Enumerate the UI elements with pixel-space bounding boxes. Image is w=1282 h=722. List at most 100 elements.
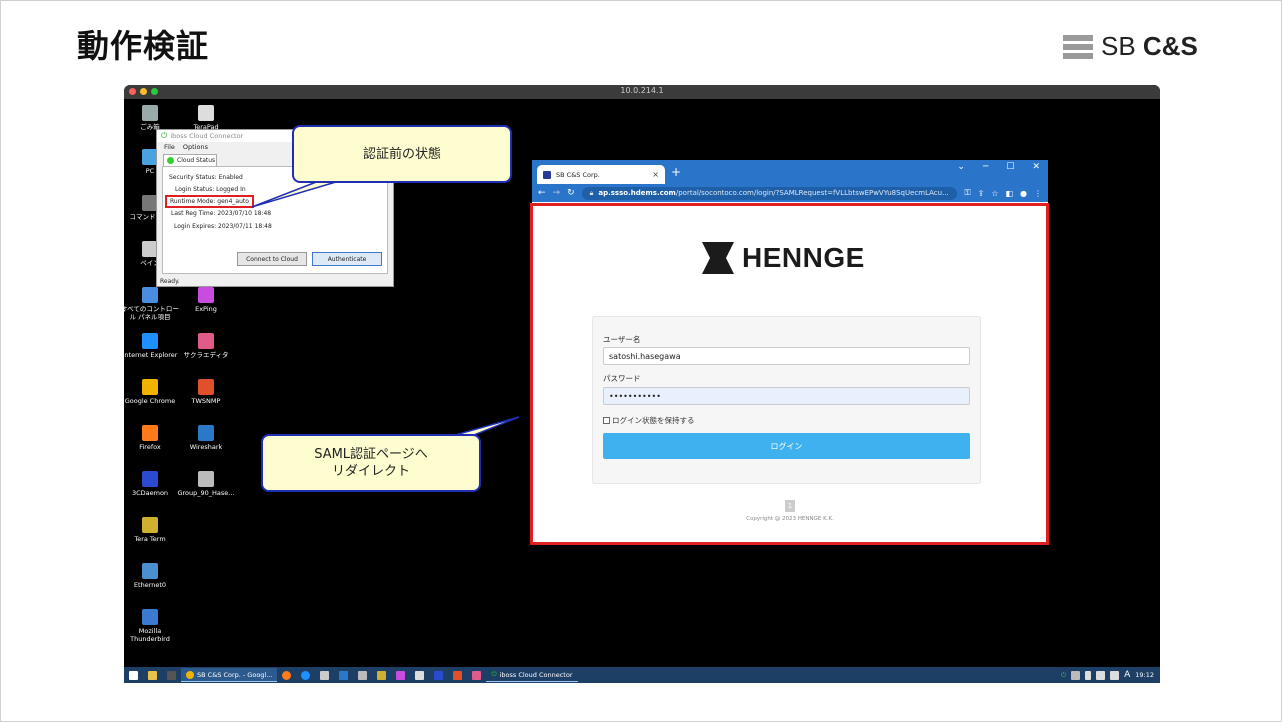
desktop-icon[interactable]: ExPing: [177, 287, 235, 313]
last-reg-time-row: Last Reg Time: 2023/07/10 18:48: [171, 210, 272, 217]
desktop-icon[interactable]: Mozilla Thunderbird: [124, 609, 179, 643]
network-tray-icon[interactable]: [1096, 670, 1106, 680]
slide: 動作検証 SB C&S 10.0.214.1 ごみ箱 TeraPad PC コマンド …: [0, 0, 1282, 722]
menu-file[interactable]: File: [164, 143, 175, 151]
menu-options[interactable]: Options: [183, 143, 208, 151]
taskbar-chrome-label: SB C&S Corp. - Googl...: [197, 670, 273, 679]
tab-search-icon[interactable]: ⌄: [957, 162, 965, 172]
power-icon: ⏻: [161, 131, 168, 140]
logo-text-sb: SB: [1101, 31, 1143, 61]
desktop-icon[interactable]: Group_90_Hase...: [177, 471, 235, 497]
taskbar-clock[interactable]: 19:12: [1135, 671, 1154, 679]
tab-cloud-status-label: Cloud Status: [177, 157, 216, 164]
ping-taskbar-icon[interactable]: [396, 670, 406, 680]
desktop-icon-label: サクラエディタ: [183, 351, 229, 359]
desktop-icon-label: TWSNMP: [191, 397, 221, 405]
highlight-box: [530, 203, 1049, 545]
desktop-icon-label: すべてのコントロール パネル項目: [124, 305, 179, 321]
ie-taskbar-icon[interactable]: [301, 670, 311, 680]
desktop-icon[interactable]: Google Chrome: [124, 379, 179, 405]
desktop-icon[interactable]: Ethernet0: [124, 563, 179, 589]
logo-text-cs: C&S: [1142, 31, 1198, 61]
mac-window-title: 10.0.214.1: [620, 86, 664, 95]
control-panel-icon: [142, 287, 158, 303]
chrome-icon: [186, 670, 194, 679]
sakura-editor-icon: [198, 333, 214, 349]
chrome-tab[interactable]: SB C&S Corp. ×: [537, 165, 665, 184]
tab-cloud-status[interactable]: Cloud Status: [163, 154, 217, 166]
volume-icon[interactable]: [1110, 670, 1120, 680]
desktop-icon[interactable]: 3CDaemon: [124, 471, 179, 497]
ie-icon: [142, 333, 158, 349]
firefox-icon: [142, 425, 158, 441]
firefox-taskbar-icon[interactable]: [282, 670, 292, 680]
bookmark-star-icon[interactable]: ☆: [991, 189, 998, 198]
iboss-tray-icon[interactable]: ⏻: [1061, 671, 1066, 680]
taskbar-iboss-label: iboss Cloud Connector: [499, 670, 573, 679]
3cd-taskbar-icon[interactable]: [434, 670, 444, 680]
tab-close-icon[interactable]: ×: [652, 170, 659, 179]
desktop-icon[interactable]: TeraPad: [177, 105, 235, 131]
window-minimize-button[interactable]: ─: [983, 162, 988, 172]
address-bar[interactable]: 🔒︎ ap.ssso.hdems.com/portal/socontoco.co…: [581, 186, 958, 200]
mac-titlebar: 10.0.214.1: [124, 85, 1160, 99]
url-path: /portal/socontoco.com/login/?SAMLRequest…: [675, 189, 949, 197]
window-close-button[interactable]: ✕: [1032, 162, 1040, 172]
chrome-toolbar: ← → ↻ 🔒︎ ap.ssso.hdems.com/portal/socont…: [532, 184, 1048, 202]
tool-taskbar-icon[interactable]: [358, 670, 368, 680]
windows-desktop: ごみ箱 TeraPad PC コマンド プロ ペイン すべてのコントロール パネル項目 Ex…: [124, 99, 1160, 667]
battery-icon[interactable]: [1085, 670, 1092, 680]
login-expires-row: Login Expires: 2023/07/11 18:48: [174, 223, 272, 230]
power-icon: ⏻: [491, 670, 497, 678]
callout-saml-line1: SAML認証ページへ: [314, 447, 428, 462]
teraterm-icon: [142, 517, 158, 533]
desktop-icon[interactable]: Firefox: [124, 425, 179, 451]
desktop-icon[interactable]: Wireshark: [177, 425, 235, 451]
new-tab-button[interactable]: +: [671, 165, 681, 179]
explorer-icon[interactable]: [148, 670, 157, 680]
desktop-icon-label: ExPing: [195, 305, 217, 313]
back-arrow-icon[interactable]: ←: [538, 188, 546, 198]
tray-app-icon[interactable]: [1071, 670, 1081, 680]
notepad-taskbar-icon[interactable]: [415, 670, 425, 680]
reload-icon[interactable]: ↻: [567, 188, 575, 198]
3cdaemon-icon: [142, 471, 158, 487]
start-button-icon[interactable]: [129, 670, 138, 680]
teraterm-taskbar-icon[interactable]: [377, 670, 387, 680]
taskbar-iboss-app[interactable]: ⏻ iboss Cloud Connector: [486, 668, 578, 682]
recycle-bin-icon: [142, 105, 158, 121]
wireshark-taskbar-icon[interactable]: [339, 670, 349, 680]
desktop-icon[interactable]: ごみ箱: [124, 105, 179, 131]
network-taskbar-icon[interactable]: [320, 670, 330, 680]
profile-icon[interactable]: ●: [1020, 189, 1027, 198]
desktop-icon-label: Internet Explorer: [124, 351, 178, 359]
share-icon[interactable]: ⇪: [978, 189, 985, 198]
desktop-icon[interactable]: サクラエディタ: [177, 333, 235, 359]
terapad-icon: [198, 105, 214, 121]
chrome-tab-title: SB C&S Corp.: [556, 170, 600, 179]
login-status-row: Login Status: Logged In: [175, 186, 246, 193]
logo-bars-icon: [1063, 34, 1093, 59]
favicon-icon: [543, 170, 551, 179]
menu-kebab-icon[interactable]: ⋮: [1034, 189, 1042, 198]
key-icon[interactable]: ⚿: [964, 188, 970, 198]
ime-indicator[interactable]: A: [1124, 670, 1130, 680]
cmd-taskbar-icon[interactable]: [167, 670, 176, 680]
forward-arrow-icon[interactable]: →: [553, 188, 561, 198]
desktop-icon-label: Tera Term: [134, 535, 166, 543]
twsnmp-taskbar-icon[interactable]: [453, 670, 463, 680]
window-maximize-button[interactable]: ☐: [1006, 162, 1014, 172]
connect-to-cloud-button[interactable]: Connect to Cloud: [237, 252, 307, 266]
desktop-icon[interactable]: Tera Term: [124, 517, 179, 543]
network-icon: [142, 563, 158, 579]
desktop-icon[interactable]: Internet Explorer: [124, 333, 179, 359]
desktop-icon[interactable]: TWSNMP: [177, 379, 235, 405]
sakura-taskbar-icon[interactable]: [472, 670, 482, 680]
authenticate-button[interactable]: Authenticate: [312, 252, 382, 266]
desktop-icon[interactable]: すべてのコントロール パネル項目: [124, 287, 179, 321]
taskbar-chrome-app[interactable]: SB C&S Corp. - Googl...: [181, 668, 278, 682]
windows-taskbar: SB C&S Corp. - Googl... ⏻ iboss Cloud Co…: [124, 667, 1160, 683]
side-panel-icon[interactable]: ◧: [1005, 189, 1013, 198]
file-icon: [198, 471, 214, 487]
twsnmp-icon: [198, 379, 214, 395]
